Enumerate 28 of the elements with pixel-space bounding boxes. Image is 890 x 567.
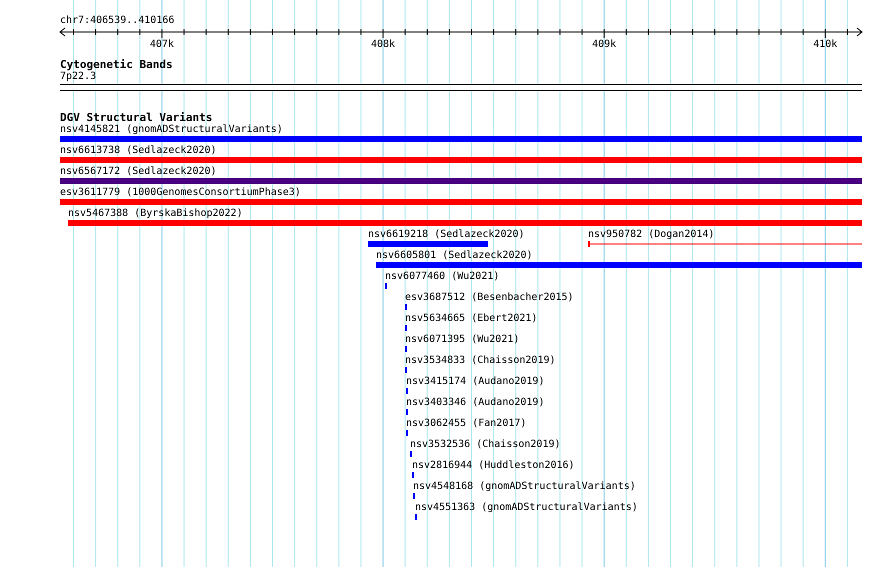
band-label: 7p22.3 (60, 71, 98, 83)
variant-label[interactable]: nsv3415174 (Audano2019) (406, 376, 544, 388)
variant-label[interactable]: nsv3062455 (Fan2017) (406, 418, 526, 430)
variant-label[interactable]: nsv6605801 (Sedlazeck2020) (376, 250, 533, 262)
variant-label[interactable]: nsv6613738 (Sedlazeck2020) (60, 145, 217, 157)
tick-label: 407k (150, 39, 174, 50)
track-title: Cytogenetic Bands (60, 58, 174, 71)
variant-label[interactable]: nsv2816944 (Huddleston2016) (412, 460, 575, 472)
tick-label: 409k (592, 39, 616, 50)
tick-label: 410k (813, 39, 838, 50)
variant-label[interactable]: nsv6071395 (Wu2021) (405, 334, 520, 346)
variant-label[interactable]: nsv5634665 (Ebert2021) (405, 313, 538, 325)
track-title: DGV Structural Variants (60, 111, 214, 124)
variant-label[interactable]: esv3611779 (1000GenomesConsortiumPhase3) (60, 187, 301, 199)
variant-label[interactable]: nsv3534833 (Chaisson2019) (405, 355, 556, 367)
variant-label[interactable]: nsv6619218 (Sedlazeck2020) (368, 229, 525, 241)
variant-label[interactable]: nsv6077460 (Wu2021) (385, 271, 500, 283)
variant-label[interactable]: nsv950782 (Dogan2014) (588, 229, 714, 241)
variant-label[interactable]: nsv4551363 (gnomADStructuralVariants) (415, 502, 638, 514)
variant-label[interactable]: esv3687512 (Besenbacher2015) (405, 292, 574, 304)
variant-label[interactable]: nsv6567172 (Sedlazeck2020) (60, 166, 217, 178)
tick-label: 408k (371, 39, 396, 50)
variant-label[interactable]: nsv3532536 (Chaisson2019) (410, 439, 561, 451)
variant-label[interactable]: nsv4548168 (gnomADStructuralVariants) (413, 481, 636, 493)
variant-label[interactable]: nsv4145821 (gnomADStructuralVariants) (60, 124, 283, 136)
region-label: chr7:406539..410166 (60, 14, 176, 27)
variant-label[interactable]: nsv3403346 (Audano2019) (406, 397, 544, 409)
variant-label[interactable]: nsv5467388 (ByrskaBishop2022) (68, 208, 243, 220)
